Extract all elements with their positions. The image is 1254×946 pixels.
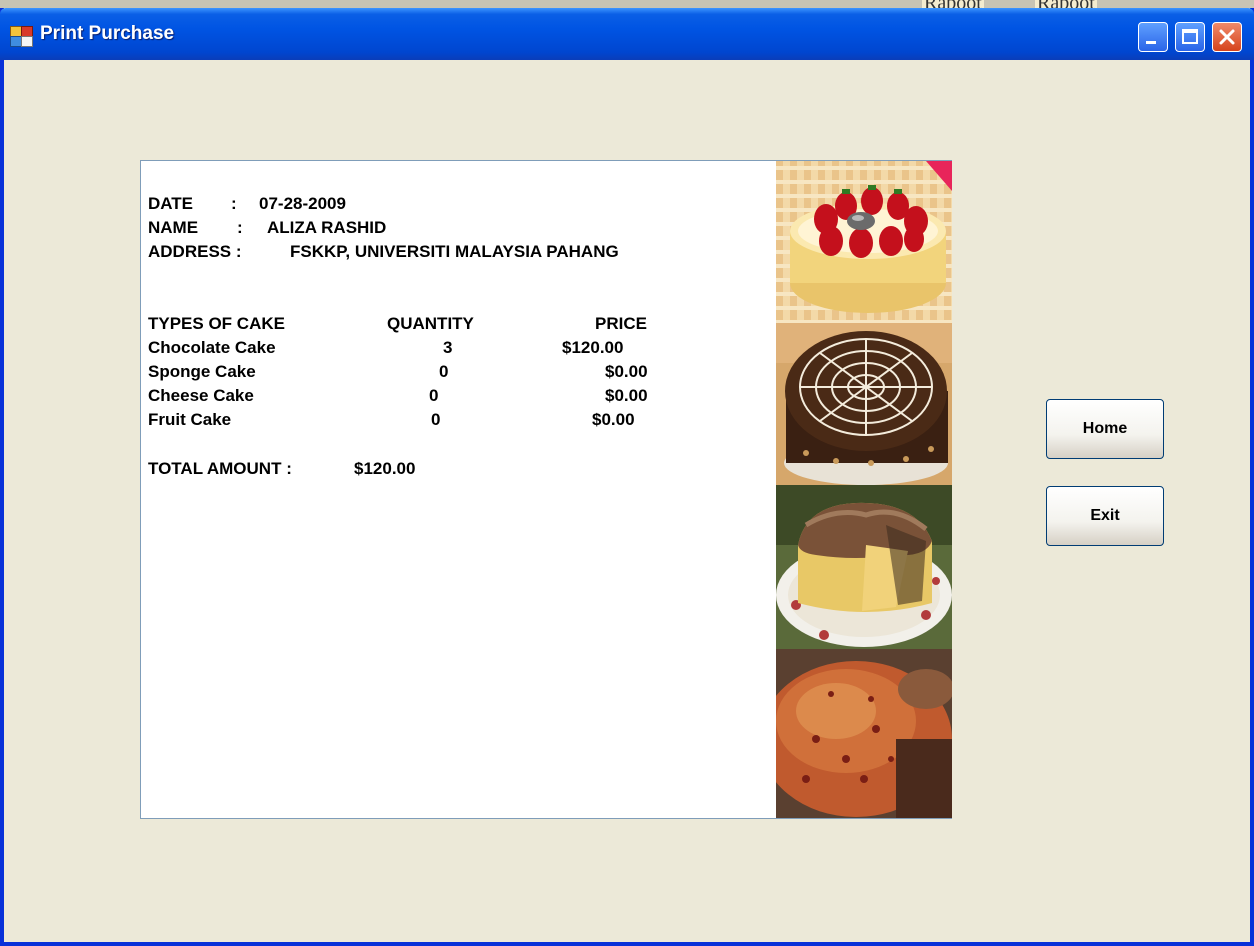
- maximize-icon: [1182, 29, 1198, 44]
- item-quantity: 0: [431, 410, 441, 429]
- item-type: Chocolate Cake: [148, 338, 276, 357]
- background-tab: Raboot: [922, 0, 984, 8]
- name-value: ALIZA RASHID: [267, 218, 387, 237]
- name-separator: :: [237, 218, 243, 237]
- cake-photo-strip: [776, 161, 952, 818]
- header-type: TYPES OF CAKE: [148, 314, 285, 333]
- app-icon[interactable]: [10, 26, 33, 47]
- address-label: ADDRESS :: [148, 242, 242, 261]
- chiffon-cake-photo: [776, 485, 952, 649]
- item-quantity: 0: [429, 386, 439, 405]
- header-quantity: QUANTITY: [387, 314, 474, 333]
- maximize-button[interactable]: [1175, 22, 1205, 52]
- receipt-panel: DATE : 07-28-2009 NAME : ALIZA RASHID AD…: [140, 160, 952, 819]
- close-button[interactable]: [1212, 22, 1242, 52]
- window-title: Print Purchase: [40, 23, 175, 44]
- item-price: $0.00: [605, 362, 648, 381]
- item-quantity: 3: [443, 338, 453, 357]
- date-label: DATE: [148, 194, 194, 213]
- date-value: 07-28-2009: [259, 194, 346, 213]
- home-button[interactable]: Home: [1046, 399, 1164, 459]
- date-separator: :: [231, 194, 237, 213]
- title-bar[interactable]: Print Purchase: [0, 8, 1254, 60]
- chocolate-cake-photo: [776, 323, 952, 485]
- background-tab: Raboot: [1035, 0, 1097, 8]
- strawberry-cake-photo: [776, 161, 952, 323]
- name-label: NAME: [148, 218, 199, 237]
- item-price: $0.00: [605, 386, 648, 405]
- item-price: $0.00: [592, 410, 635, 429]
- item-type: Sponge Cake: [148, 362, 256, 381]
- item-type: Fruit Cake: [148, 410, 232, 429]
- item-type: Cheese Cake: [148, 386, 254, 405]
- total-label: TOTAL AMOUNT :: [148, 459, 292, 478]
- item-quantity: 0: [439, 362, 449, 381]
- background-taskbar-strip: Raboot Raboot: [0, 0, 1254, 8]
- exit-button[interactable]: Exit: [1046, 486, 1164, 546]
- minimize-button[interactable]: [1138, 22, 1168, 52]
- close-icon: [1219, 29, 1235, 45]
- fruit-cake-photo: [776, 649, 952, 818]
- address-value: FSKKP, UNIVERSITI MALAYSIA PAHANG: [290, 242, 619, 261]
- item-price: $120.00: [562, 338, 624, 357]
- total-value: $120.00: [354, 459, 416, 478]
- header-price: PRICE: [595, 314, 647, 333]
- minimize-icon: [1146, 41, 1156, 44]
